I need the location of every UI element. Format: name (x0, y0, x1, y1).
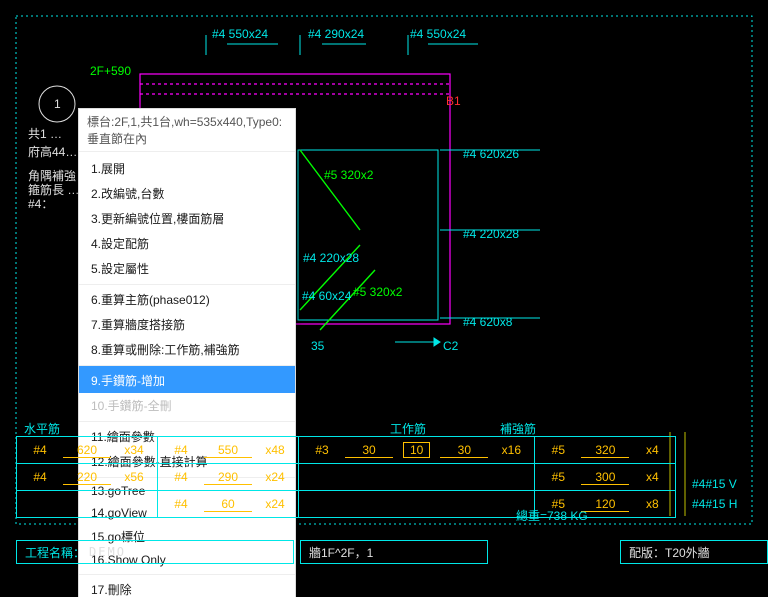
menu-item[interactable]: 2.改編號,台數 (79, 181, 295, 206)
cad-viewport[interactable]: { "top_labels":[ {"t":"#4 550x24","x":21… (0, 0, 768, 597)
menu-item[interactable]: 17.刪除 (79, 574, 295, 597)
footer-element-value: 牆1F^2F，1 (309, 544, 373, 561)
table-cell: #5320x4 (535, 437, 676, 464)
table-cell (299, 464, 535, 491)
table-cell: #4550x48 (158, 437, 299, 464)
footer-element: 牆1F^2F，1 (300, 540, 488, 564)
table-cell: #4220x56 (17, 464, 158, 491)
context-menu-title: 標台:2F,1,共1台,wh=535x440,Type0:垂直節在內 (79, 109, 295, 152)
menu-item[interactable]: 6.重算主筋(phase012) (79, 284, 295, 312)
table-cell (299, 491, 535, 518)
table-cell: #5300x4 (535, 464, 676, 491)
menu-item[interactable]: 7.重算牆度搭接筋 (79, 312, 295, 337)
table-cell: #5120x8 (535, 491, 676, 518)
table-cell (17, 491, 158, 518)
table-cell: #3301030x16 (299, 437, 535, 464)
table-cell: #4290x24 (158, 464, 299, 491)
rebar-table: #4620x34#4550x48#3301030x16#5320x4 #4220x… (16, 436, 676, 518)
menu-item: 10.手鑽筋-全刪 (79, 393, 295, 418)
footer-version-value: 配版：T20外牆 (629, 544, 710, 561)
footer-project: 工程名稱： DEMO (16, 540, 294, 564)
menu-item[interactable]: 5.設定屬性 (79, 256, 295, 281)
menu-item[interactable]: 4.設定配筋 (79, 231, 295, 256)
menu-item[interactable]: 1.展開 (79, 156, 295, 181)
table-cell: #4620x34 (17, 437, 158, 464)
footer-project-value: DEMO (89, 545, 126, 559)
context-menu[interactable]: 標台:2F,1,共1台,wh=535x440,Type0:垂直節在內 1.展開2… (78, 108, 296, 597)
table-cell: #460x24 (158, 491, 299, 518)
footer-project-label: 工程名稱： (25, 544, 85, 561)
menu-item[interactable]: 9.手鑽筋-增加 (79, 365, 295, 393)
footer-version: 配版：T20外牆 (620, 540, 768, 564)
menu-item[interactable]: 3.更新編號位置,樓面筋層 (79, 206, 295, 231)
menu-item[interactable]: 8.重算或刪除:工作筋,補強筋 (79, 337, 295, 362)
